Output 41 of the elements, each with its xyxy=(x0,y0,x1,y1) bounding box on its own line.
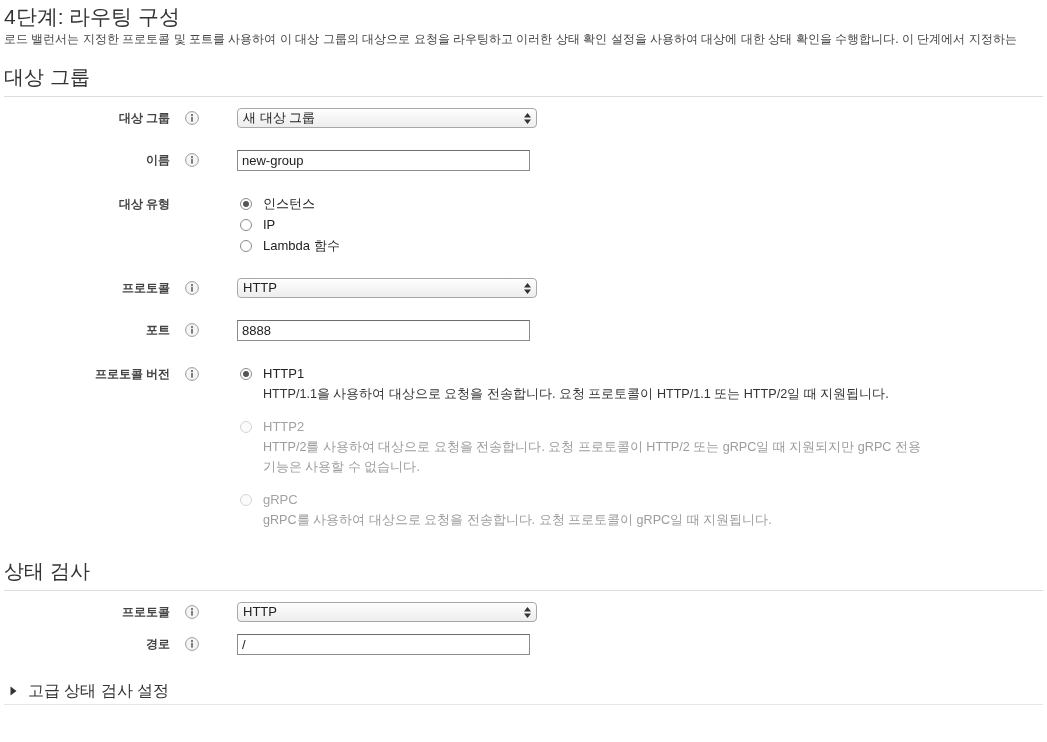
page-description: 로드 밸런서는 지정한 프로토콜 및 포트를 사용하여 이 대상 그룹의 대상으로 요청을 라우팅하고 이러한 상태 확인 설정을 사용하여 대상에 대한 상태 확인을 수행합니다. 이 단계에서 지정하는 xyxy=(4,31,1018,47)
select-field[interactable]: HTTP xyxy=(237,602,537,622)
radio-button[interactable] xyxy=(240,197,252,210)
text-field[interactable]: new-group xyxy=(237,150,530,171)
field-label: 대상 유형 xyxy=(118,195,170,213)
radio-button[interactable] xyxy=(240,218,252,231)
field-label: 경로 xyxy=(146,636,170,653)
field-label: 프로토콜 xyxy=(122,280,170,297)
select-field[interactable]: 새 대상 그룹 xyxy=(237,108,537,128)
advanced-settings-toggle[interactable]: 고급 상태 검사 설정 xyxy=(28,680,170,702)
radio-button[interactable] xyxy=(240,239,252,252)
page-title: 4단계: 라우팅 구성 xyxy=(4,4,182,29)
field-label: 프로토콜 xyxy=(122,604,170,621)
info-icon[interactable] xyxy=(185,323,199,337)
radio-label[interactable]: Lambda 함수 xyxy=(263,235,340,256)
field-label: 포트 xyxy=(146,322,170,339)
info-icon[interactable] xyxy=(185,637,199,651)
text-field[interactable]: / xyxy=(237,634,530,655)
option-description: HTTP/2를 사용하여 대상으로 요청을 전송합니다. 요청 프로토콜이 HTTP/2 또는 gRPC일 때 지원되지만 gRPC 전용 기능은 사용할 수 없습니다. xyxy=(263,439,922,476)
radio-button[interactable] xyxy=(240,367,252,380)
info-icon[interactable] xyxy=(185,366,199,381)
section-heading: 상태 검사 xyxy=(4,559,1043,591)
radio-label[interactable]: HTTP1 xyxy=(263,363,305,384)
field-label: 이름 xyxy=(146,152,170,169)
up-down-arrows-icon xyxy=(524,282,531,294)
field-label: 프로토콜 버전 xyxy=(94,365,170,383)
up-down-arrows-icon xyxy=(524,112,531,124)
radio-label[interactable]: IP xyxy=(263,214,276,235)
radio-label[interactable]: 인스턴스 xyxy=(263,193,315,214)
disclosure-triangle-icon[interactable] xyxy=(10,686,17,696)
info-icon[interactable] xyxy=(185,605,199,619)
info-icon[interactable] xyxy=(185,281,199,295)
field-label: 대상 그룹 xyxy=(118,110,170,127)
info-icon[interactable] xyxy=(185,153,199,167)
text-field[interactable]: 8888 xyxy=(237,320,530,341)
select-field[interactable]: HTTP xyxy=(237,278,537,298)
info-icon[interactable] xyxy=(185,111,199,125)
section-heading: 대상 그룹 xyxy=(4,65,1043,97)
up-down-arrows-icon xyxy=(524,606,531,618)
option-description: HTTP/1.1을 사용하여 대상으로 요청을 전송합니다. 요청 프로토콜이 HTTP/1.1 또는 HTTP/2일 때 지원됩니다. xyxy=(263,386,890,403)
option-description: gRPC를 사용하여 대상으로 요청을 전송합니다. 요청 프로토콜이 gRPC일 때 지원됩니다. xyxy=(263,512,773,529)
